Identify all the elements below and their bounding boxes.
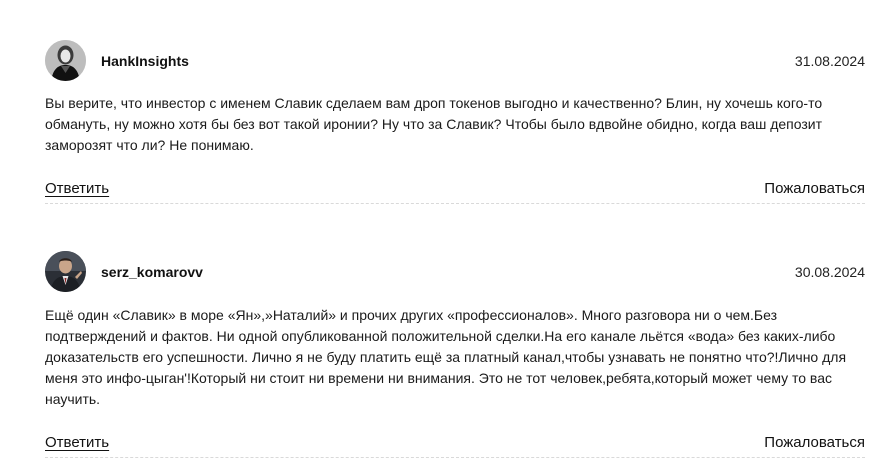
report-button[interactable]: Пожаловаться [764, 179, 865, 199]
reply-button[interactable]: Ответить [45, 433, 109, 453]
comment-header: HankInsights 31.08.2024 [45, 40, 865, 82]
comment-divider [45, 203, 865, 204]
comment-text: Ещё один «Славик» в море «Ян»,»Наталий» … [45, 307, 847, 407]
comment-author[interactable]: serz_komarovv [101, 263, 203, 281]
comment-text: Вы верите, что инвестор с именем Славик … [45, 95, 823, 153]
report-button[interactable]: Пожаловаться [764, 433, 865, 453]
comment-header: serz_komarovv 30.08.2024 [45, 251, 865, 293]
comment-date: 31.08.2024 [794, 53, 865, 69]
user-avatar-icon [45, 251, 86, 292]
comment-date: 30.08.2024 [794, 264, 865, 280]
comment-actions: Ответить Пожаловаться [45, 433, 865, 455]
comment-item: HankInsights 31.08.2024 Вы верите, что и… [45, 40, 865, 204]
comment-item: serz_komarovv 30.08.2024 Ещё один «Слави… [45, 251, 865, 458]
comment-author[interactable]: HankInsights [101, 52, 189, 70]
reply-button[interactable]: Ответить [45, 179, 109, 199]
comment-actions: Ответить Пожаловаться [45, 179, 865, 201]
avatar[interactable] [45, 251, 86, 292]
user-avatar-icon [45, 40, 86, 81]
avatar[interactable] [45, 40, 86, 81]
